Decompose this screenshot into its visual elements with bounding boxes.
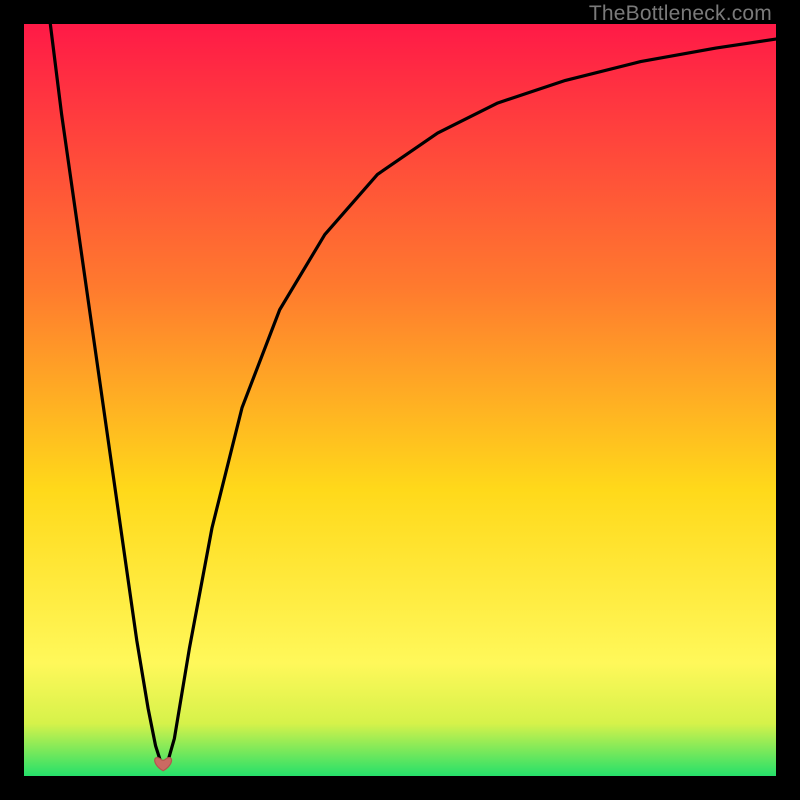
plot-frame	[24, 24, 776, 776]
watermark-text: TheBottleneck.com	[589, 2, 772, 26]
bottleneck-plot	[24, 24, 776, 776]
gradient-background	[24, 24, 776, 776]
